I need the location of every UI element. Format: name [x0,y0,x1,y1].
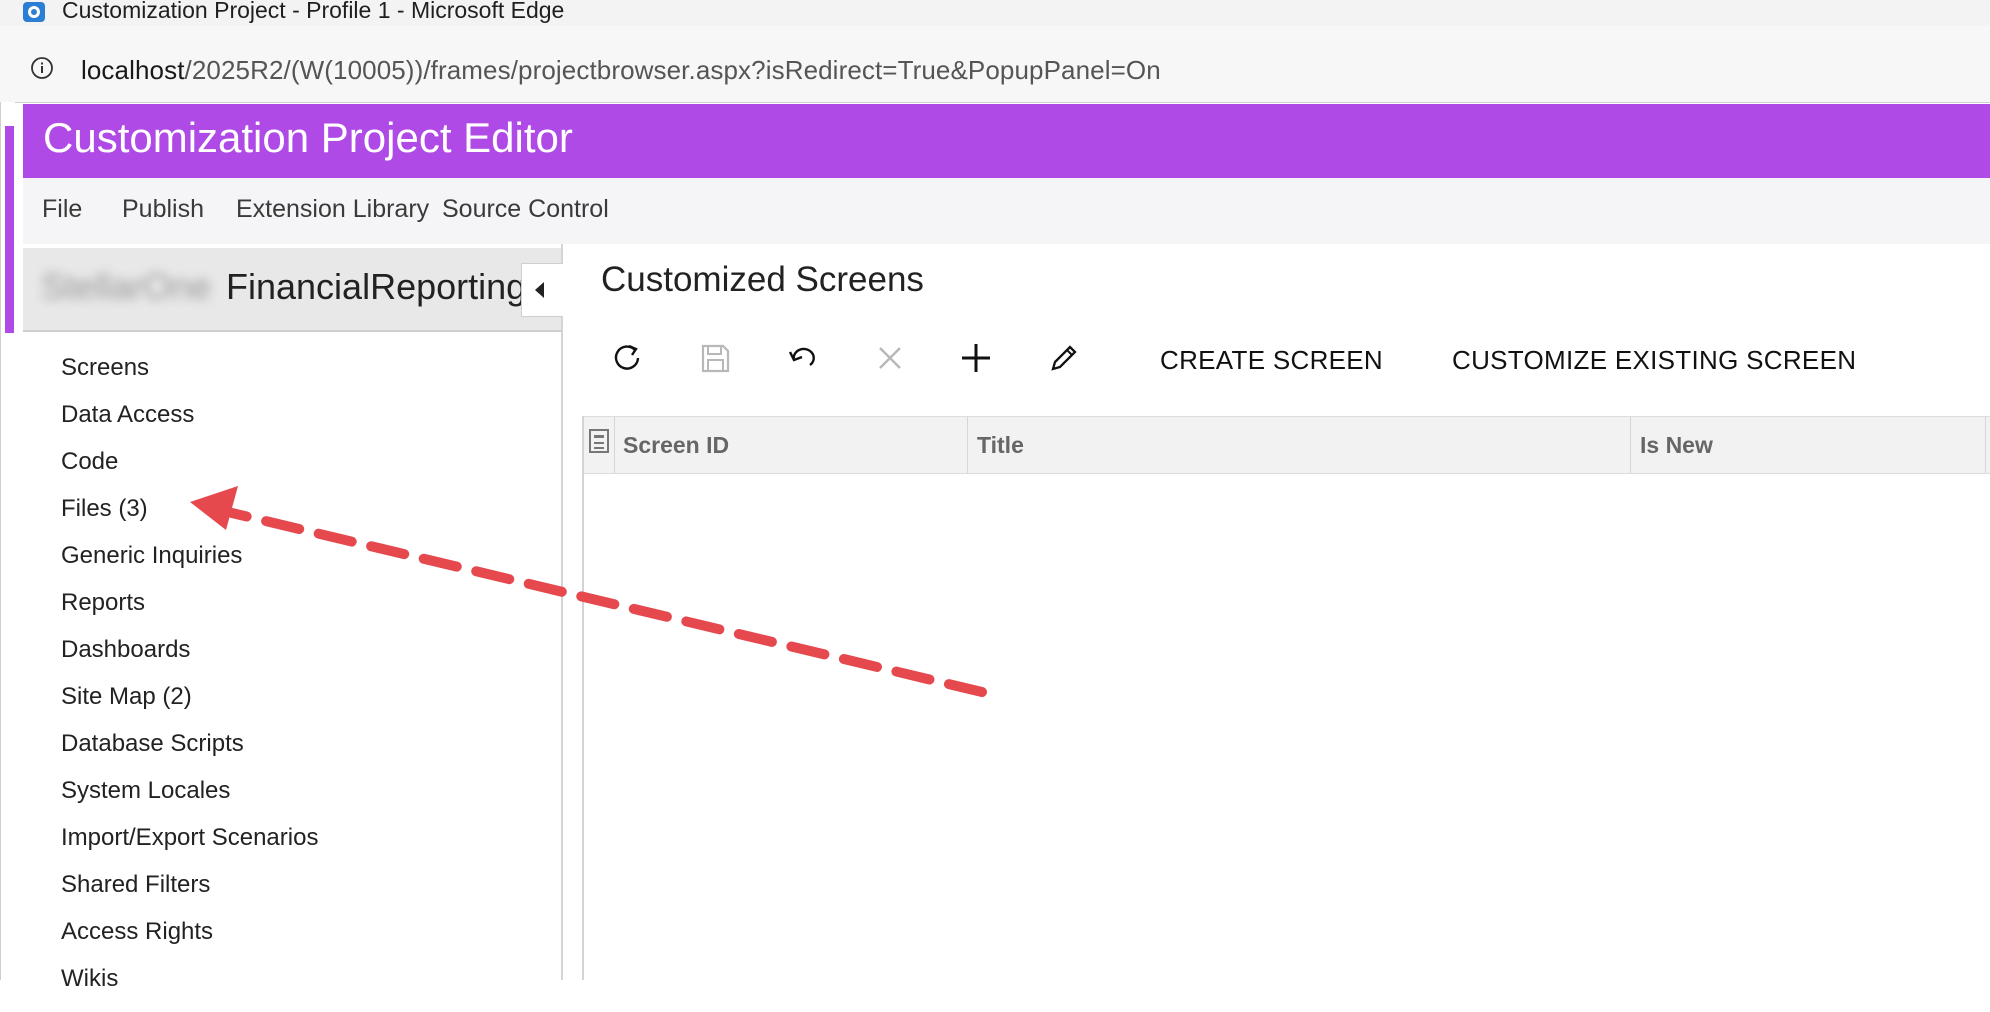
nav-item-wikis[interactable]: Wikis [61,965,318,1012]
project-name: FinancialReporting [226,266,527,307]
nav-item-access-rights[interactable]: Access Rights [61,918,318,965]
customize-existing-screen-button[interactable]: CUSTOMIZE EXISTING SCREEN [1452,345,1856,376]
app-header: Customization Project Editor [23,104,1990,178]
menu-publish[interactable]: Publish [122,195,204,224]
project-sidebar: StellarOne FinancialReporting Screens Da… [23,244,565,992]
main-content: Customized Screens CREATE SCREEN CUSTOMI… [563,244,1990,980]
project-name-header: StellarOne FinancialReporting [23,248,561,332]
window-title: Customization Project - Profile 1 - Micr… [62,0,565,23]
app-title: Customization Project Editor [43,114,573,161]
site-info-icon[interactable] [30,56,54,80]
create-screen-button[interactable]: CREATE SCREEN [1160,345,1383,376]
column-settings-icon[interactable] [588,428,610,454]
background-window-accent [5,126,14,333]
collapse-sidebar-button[interactable] [521,263,565,317]
nav-item-dashboards[interactable]: Dashboards [61,636,318,683]
add-icon[interactable] [956,338,996,378]
edit-icon[interactable] [1044,338,1084,378]
nav-item-database-scripts[interactable]: Database Scripts [61,730,318,777]
menu-bar: File Publish Extension Library Source Co… [23,178,1990,245]
project-nav-list: Screens Data Access Code Files (3) Gener… [61,354,318,1012]
nav-item-reports[interactable]: Reports [61,589,318,636]
grid-header: Screen ID Title Is New [584,416,1990,474]
browser-title-bar: Customization Project - Profile 1 - Micr… [0,0,1990,26]
page-title: Customized Screens [601,260,924,299]
save-icon[interactable] [695,338,735,378]
menu-source-control[interactable]: Source Control [442,195,609,224]
customized-screens-grid: Screen ID Title Is New [582,416,1990,980]
nav-item-system-locales[interactable]: System Locales [61,777,318,824]
nav-item-files[interactable]: Files (3) [61,495,318,542]
column-title[interactable]: Title [968,417,1631,473]
url-host: localhost [81,55,185,85]
undo-icon[interactable] [782,338,822,378]
customization-project-editor: Customization Project Editor File Publis… [23,104,1990,992]
menu-file[interactable]: File [42,195,82,224]
edge-icon [23,2,45,22]
url-field[interactable]: localhost/2025R2/(W(10005))/frames/proje… [81,55,1161,86]
nav-item-data-access[interactable]: Data Access [61,401,318,448]
toolbar: CREATE SCREEN CUSTOMIZE EXISTING SCREEN [563,324,1990,394]
chevron-left-icon [535,282,544,298]
column-screen-id-label: Screen ID [623,432,730,458]
column-screen-id[interactable]: Screen ID [614,417,968,473]
refresh-icon[interactable] [607,338,647,378]
project-prefix-blurred: StellarOne [41,266,212,307]
grid-settings-column[interactable] [584,417,615,473]
column-is-new-label: Is New [1640,432,1713,458]
nav-item-site-map[interactable]: Site Map (2) [61,683,318,730]
nav-item-generic-inquiries[interactable]: Generic Inquiries [61,542,318,589]
left-window-edge [0,102,15,980]
menu-extension-library[interactable]: Extension Library [236,195,429,224]
nav-item-code[interactable]: Code [61,448,318,495]
url-path: /2025R2/(W(10005))/frames/projectbrowser… [184,55,1161,85]
delete-icon[interactable] [870,338,910,378]
column-title-label: Title [977,432,1024,458]
nav-item-import-export-scenarios[interactable]: Import/Export Scenarios [61,824,318,871]
column-is-new[interactable]: Is New [1631,417,1986,473]
address-bar: localhost/2025R2/(W(10005))/frames/proje… [0,26,1990,103]
nav-item-shared-filters[interactable]: Shared Filters [61,871,318,918]
nav-item-screens[interactable]: Screens [61,354,318,401]
